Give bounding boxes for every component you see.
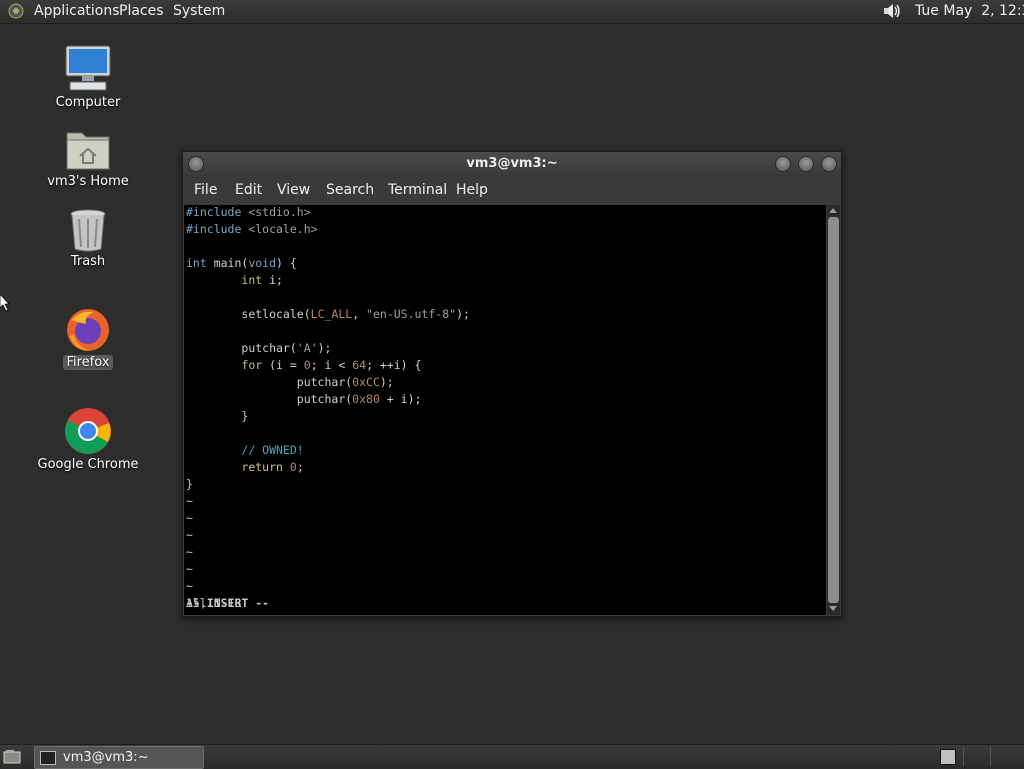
desktop-icon-home[interactable]: vm3's Home (33, 127, 143, 189)
trash-icon (70, 209, 106, 252)
desktop-icon-firefox[interactable]: Firefox (33, 306, 143, 370)
clock[interactable]: Tue May 2, 12:36 (915, 0, 1024, 23)
close-button[interactable] (821, 156, 837, 172)
desktop-icon-label: vm3's Home (47, 174, 129, 189)
window-menu-button[interactable] (188, 156, 204, 172)
code-line-2: #include <locale.h> (186, 222, 318, 236)
volume-icon[interactable] (883, 2, 903, 20)
terminal-icon (40, 751, 56, 765)
desktop-icon-chrome[interactable]: Google Chrome (33, 406, 143, 472)
workspace-3[interactable] (990, 747, 1011, 766)
menu-terminal[interactable]: Terminal (388, 176, 447, 204)
empty-line-tilde: ~ (186, 528, 193, 542)
menu-search[interactable]: Search (326, 176, 374, 204)
code-line-12: putchar(0x80 + i); (296, 392, 422, 406)
window-title: vm3@vm3:~ (466, 156, 558, 171)
code-line-17: } (186, 477, 193, 491)
code-line-4: int main(void) { (186, 256, 297, 270)
home-folder-icon (66, 132, 110, 170)
scroll-down-icon[interactable] (829, 606, 837, 611)
menu-places[interactable]: Places (119, 0, 164, 23)
desktop-icon-computer[interactable]: Computer (33, 44, 143, 110)
code-line-15: // OWNED! (241, 443, 304, 457)
workspace-1[interactable] (940, 749, 956, 765)
empty-line-tilde: ~ (186, 545, 193, 559)
menu-file[interactable]: File (194, 176, 217, 204)
code-line-5: int i; (241, 273, 283, 287)
scrollbar-thumb[interactable] (828, 217, 839, 603)
firefox-icon (67, 309, 109, 351)
desktop-icon-trash[interactable]: Trash (33, 207, 143, 269)
gnome-foot-icon[interactable] (8, 3, 24, 19)
maximize-button[interactable] (798, 156, 814, 172)
code-line-13: } (186, 409, 249, 423)
menu-edit[interactable]: Edit (235, 176, 262, 204)
scroll-up-icon[interactable] (829, 208, 837, 213)
code-line-11: putchar(0xCC); (296, 375, 394, 389)
terminal-content[interactable]: #include <stdio.h> #include <locale.h> i… (184, 205, 826, 615)
menu-view[interactable]: View (277, 176, 310, 204)
taskbar-item-label: vm3@vm3:~ (63, 750, 149, 765)
minimize-button[interactable] (775, 156, 791, 172)
menu-help[interactable]: Help (456, 176, 488, 204)
code-line-16: return 0; (241, 460, 304, 474)
terminal-scrollbar[interactable] (827, 205, 840, 615)
empty-line-tilde: ~ (186, 562, 193, 576)
empty-line-tilde: ~ (186, 511, 193, 525)
code-line-9: putchar('A'); (241, 341, 332, 355)
vim-scroll-indicator: All (186, 596, 207, 610)
top-panel: Applications Places System Tue May 2, 12… (0, 0, 1024, 24)
bottom-panel: vm3@vm3:~ (0, 744, 1024, 769)
show-desktop-icon[interactable] (3, 749, 21, 765)
terminal-titlebar[interactable]: vm3@vm3:~ (183, 152, 841, 176)
terminal-window[interactable]: vm3@vm3:~ File Edit View Search Terminal… (182, 151, 842, 617)
desktop-icon-label: Google Chrome (37, 457, 139, 472)
desktop-icon-label: Firefox (63, 355, 113, 370)
menu-system[interactable]: System (173, 0, 225, 23)
desktop-icon-label: Computer (55, 95, 121, 110)
chrome-icon (65, 408, 111, 454)
menu-applications[interactable]: Applications (34, 0, 120, 23)
empty-line-tilde: ~ (186, 494, 193, 508)
code-line-10: for (i = 0; i < 64; ++i) { (241, 358, 422, 372)
mouse-cursor-icon (0, 294, 10, 312)
taskbar-item-terminal[interactable]: vm3@vm3:~ (34, 746, 204, 769)
workspace-2[interactable] (963, 747, 984, 766)
computer-icon (65, 45, 111, 91)
desktop-icon-label: Trash (70, 254, 106, 269)
code-line-1: #include <stdio.h> (186, 205, 311, 219)
code-line-7: setlocale(LC_ALL, "en-US.utf-8"); (241, 307, 470, 321)
empty-line-tilde: ~ (186, 579, 193, 593)
terminal-menubar: File Edit View Search Terminal Help (183, 176, 841, 204)
